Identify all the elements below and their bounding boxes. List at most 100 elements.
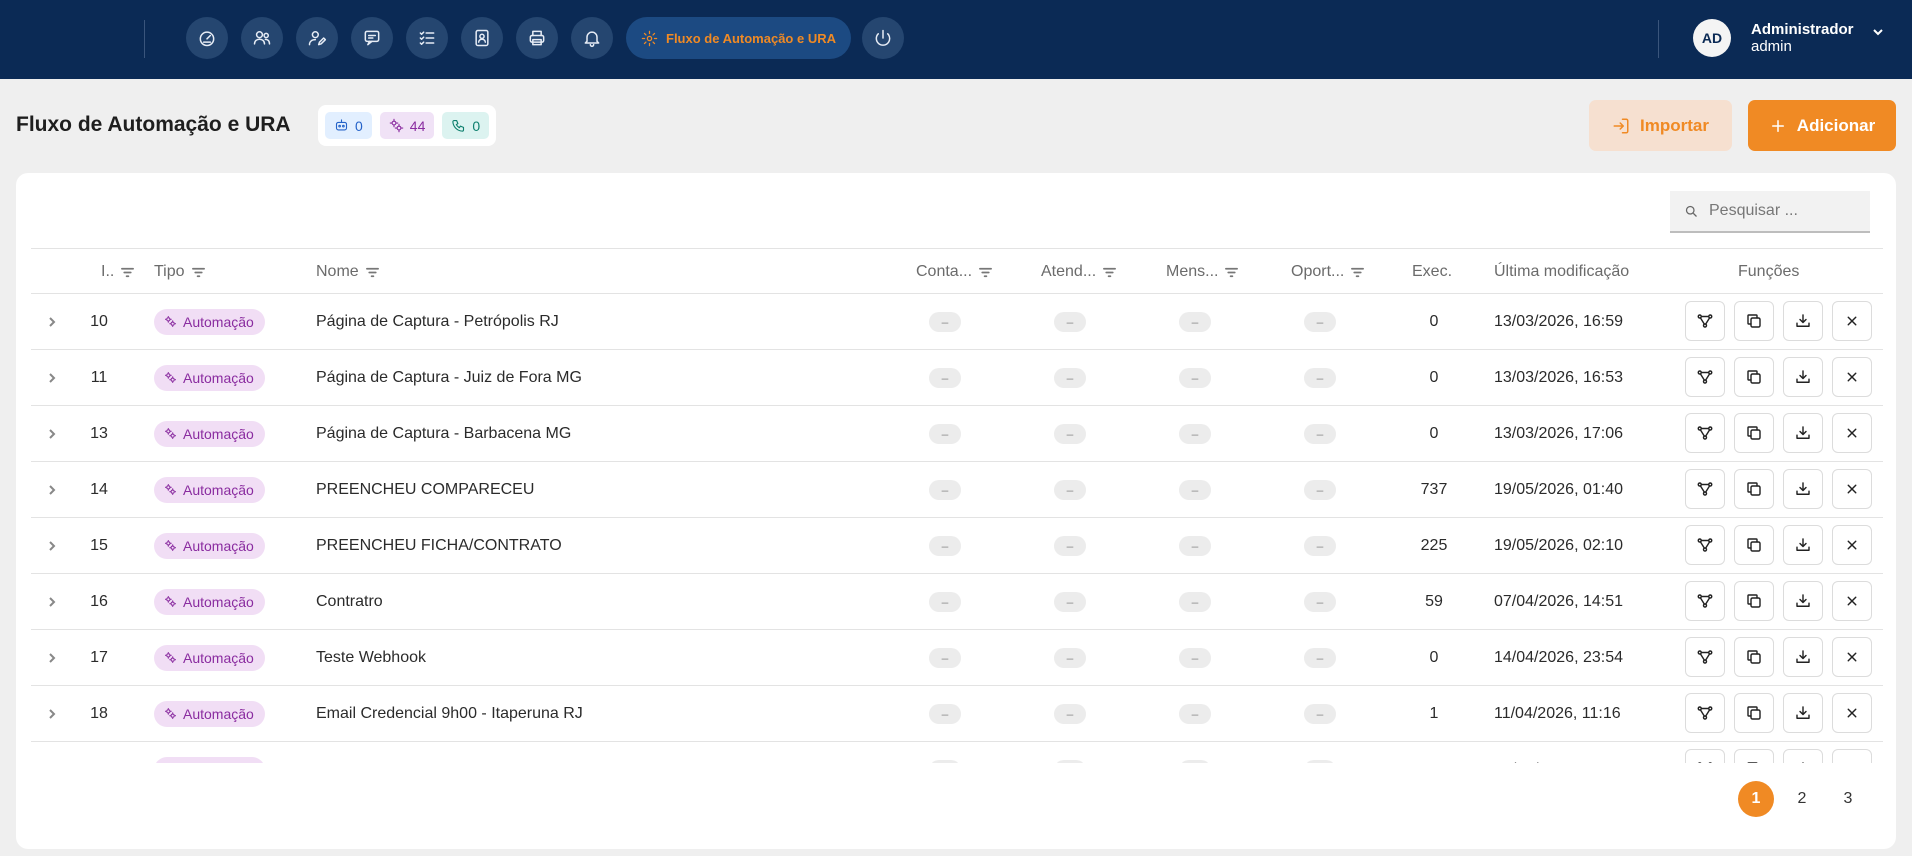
- filter-icon[interactable]: [1102, 265, 1117, 280]
- export-button[interactable]: [1783, 413, 1823, 453]
- page-3-button[interactable]: 3: [1830, 781, 1866, 817]
- row-name[interactable]: PREENCHEU COMPARECEU: [316, 462, 534, 517]
- table-row[interactable]: 11 Automação Página de Captura - Juiz de F…: [31, 350, 1883, 406]
- col-header-contacts[interactable]: Conta...: [916, 263, 993, 281]
- delete-button[interactable]: [1832, 581, 1872, 621]
- edit-flow-button[interactable]: [1685, 413, 1725, 453]
- user-edit-button[interactable]: [296, 17, 338, 59]
- col-header-id[interactable]: I..: [101, 263, 135, 281]
- automation-icon: [165, 652, 176, 663]
- row-expander[interactable]: [45, 630, 59, 685]
- filter-icon[interactable]: [191, 265, 206, 280]
- row-name[interactable]: Email Credencial 9h00 - Itaperuna RJ: [316, 686, 583, 741]
- col-header-name[interactable]: Nome: [316, 263, 380, 281]
- row-expander[interactable]: [45, 518, 59, 573]
- row-expander[interactable]: [45, 686, 59, 741]
- col-header-modified[interactable]: Última modificação: [1494, 263, 1629, 281]
- printer-button[interactable]: [516, 17, 558, 59]
- row-expander[interactable]: [45, 406, 59, 461]
- tasks-button[interactable]: [406, 17, 448, 59]
- row-name[interactable]: Teste Webhook: [316, 630, 426, 685]
- user-menu-chevron[interactable]: [1870, 24, 1886, 40]
- table-row[interactable]: 19 Automação CT 1 D ITAPERUNA – – – – 1 09/04/20…: [31, 742, 1883, 763]
- col-header-type[interactable]: Tipo: [154, 263, 206, 281]
- user-name[interactable]: Administrador: [1751, 21, 1854, 38]
- export-button[interactable]: [1783, 525, 1823, 565]
- export-button[interactable]: [1783, 749, 1823, 763]
- edit-flow-button[interactable]: [1685, 749, 1725, 763]
- export-button[interactable]: [1783, 301, 1823, 341]
- delete-button[interactable]: [1832, 525, 1872, 565]
- delete-button[interactable]: [1832, 749, 1872, 763]
- delete-button[interactable]: [1832, 693, 1872, 733]
- row-expander[interactable]: [45, 350, 59, 405]
- duplicate-button[interactable]: [1734, 301, 1774, 341]
- duplicate-button[interactable]: [1734, 469, 1774, 509]
- row-expander[interactable]: [45, 574, 59, 629]
- row-name[interactable]: Página de Captura - Petrópolis RJ: [316, 294, 559, 349]
- row-name[interactable]: Página de Captura - Juiz de Fora MG: [316, 350, 582, 405]
- export-button[interactable]: [1783, 693, 1823, 733]
- duplicate-button[interactable]: [1734, 525, 1774, 565]
- chat-button[interactable]: [351, 17, 393, 59]
- search-box[interactable]: [1670, 191, 1870, 233]
- delete-button[interactable]: [1832, 413, 1872, 453]
- duplicate-button[interactable]: [1734, 413, 1774, 453]
- table-row[interactable]: 13 Automação Página de Captura - Barbacena…: [31, 406, 1883, 462]
- export-button[interactable]: [1783, 637, 1823, 677]
- col-header-executions[interactable]: Exec.: [1412, 263, 1452, 281]
- delete-button[interactable]: [1832, 357, 1872, 397]
- duplicate-button[interactable]: [1734, 581, 1774, 621]
- row-name[interactable]: Contratro: [316, 574, 383, 629]
- row-name[interactable]: CT 1 D ITAPERUNA: [316, 742, 461, 764]
- add-button[interactable]: Adicionar: [1748, 100, 1896, 151]
- duplicate-button[interactable]: [1734, 637, 1774, 677]
- edit-flow-button[interactable]: [1685, 693, 1725, 733]
- automation-flow-nav-button[interactable]: Fluxo de Automação e URA: [626, 17, 851, 59]
- edit-flow-button[interactable]: [1685, 525, 1725, 565]
- filter-icon[interactable]: [1224, 265, 1239, 280]
- row-expander[interactable]: [45, 294, 59, 349]
- export-button[interactable]: [1783, 469, 1823, 509]
- duplicate-button[interactable]: [1734, 693, 1774, 733]
- delete-button[interactable]: [1832, 637, 1872, 677]
- contacts-button[interactable]: [461, 17, 503, 59]
- col-header-opportunities[interactable]: Oport...: [1291, 263, 1365, 281]
- page-2-button[interactable]: 2: [1784, 781, 1820, 817]
- col-header-messages[interactable]: Mens...: [1166, 263, 1239, 281]
- page-1-button[interactable]: 1: [1738, 781, 1774, 817]
- table-row[interactable]: 14 Automação PREENCHEU COMPARECEU – – – – 737 19…: [31, 462, 1883, 518]
- table-row[interactable]: 17 Automação Teste Webhook – – – – 0 14/04/2026,…: [31, 630, 1883, 686]
- export-button[interactable]: [1783, 581, 1823, 621]
- table-row[interactable]: 18 Automação Email Credencial 9h00 - Itape…: [31, 686, 1883, 742]
- duplicate-button[interactable]: [1734, 749, 1774, 763]
- duplicate-button[interactable]: [1734, 357, 1774, 397]
- edit-flow-button[interactable]: [1685, 357, 1725, 397]
- dashboard-button[interactable]: [186, 17, 228, 59]
- edit-flow-button[interactable]: [1685, 637, 1725, 677]
- import-button[interactable]: Importar: [1589, 100, 1732, 151]
- edit-flow-button[interactable]: [1685, 581, 1725, 621]
- edit-flow-button[interactable]: [1685, 301, 1725, 341]
- row-expander[interactable]: [45, 742, 59, 763]
- notifications-button[interactable]: [571, 17, 613, 59]
- filter-icon[interactable]: [365, 265, 380, 280]
- row-name[interactable]: PREENCHEU FICHA/CONTRATO: [316, 518, 562, 573]
- avatar[interactable]: AD: [1693, 19, 1731, 57]
- export-button[interactable]: [1783, 357, 1823, 397]
- delete-button[interactable]: [1832, 469, 1872, 509]
- filter-icon[interactable]: [978, 265, 993, 280]
- search-input[interactable]: [1709, 202, 1859, 220]
- delete-button[interactable]: [1832, 301, 1872, 341]
- edit-flow-button[interactable]: [1685, 469, 1725, 509]
- table-row[interactable]: 16 Automação Contratro – – – – 59 07/04/2026, 14…: [31, 574, 1883, 630]
- filter-icon[interactable]: [120, 265, 135, 280]
- logout-button[interactable]: [862, 17, 904, 59]
- row-expander[interactable]: [45, 462, 59, 517]
- filter-icon[interactable]: [1350, 265, 1365, 280]
- col-header-attendances[interactable]: Atend...: [1041, 263, 1117, 281]
- table-row[interactable]: 10 Automação Página de Captura - Petrópoli…: [31, 294, 1883, 350]
- users-button[interactable]: [241, 17, 283, 59]
- row-name[interactable]: Página de Captura - Barbacena MG: [316, 406, 571, 461]
- table-row[interactable]: 15 Automação PREENCHEU FICHA/CONTRATO – – – – 2…: [31, 518, 1883, 574]
